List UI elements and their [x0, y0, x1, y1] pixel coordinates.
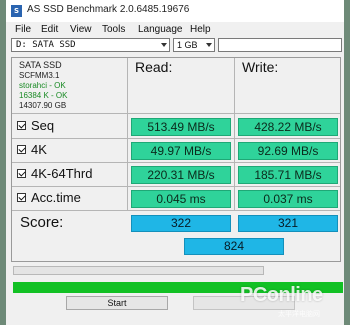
- test-size-value: 1 GB: [177, 40, 198, 50]
- score-label: Score:: [20, 214, 64, 231]
- row-4k64-label[interactable]: 4K-64Thrd: [17, 166, 92, 181]
- row-4k-label[interactable]: 4K: [17, 142, 47, 157]
- progress-bar: [13, 266, 264, 275]
- row-divider: [12, 138, 340, 139]
- alignment-status: 16384 K - OK: [19, 91, 68, 100]
- column-divider: [127, 58, 128, 210]
- chevron-down-icon: [206, 43, 212, 47]
- write-column-header: Write:: [242, 59, 279, 75]
- drive-info-field[interactable]: [218, 38, 342, 52]
- 4k64-read-result: 220.31 MB/s: [131, 166, 231, 184]
- menu-tools[interactable]: Tools: [102, 24, 125, 35]
- row-divider: [12, 186, 340, 187]
- 4k-read-result: 49.97 MB/s: [131, 142, 231, 160]
- app-window: S AS SSD Benchmark 2.0.6485.19676 File E…: [6, 0, 344, 325]
- seq-read-result: 513.49 MB/s: [131, 118, 231, 136]
- completion-bar: [13, 282, 343, 293]
- column-divider: [234, 58, 235, 210]
- row-divider: [12, 210, 340, 211]
- read-column-header: Read:: [135, 59, 173, 75]
- drive-info: SATA SSD SCFMM3.1 storahci - OK 16384 K …: [19, 60, 119, 111]
- menu-edit[interactable]: Edit: [41, 24, 58, 35]
- drive-select-value: D: SATA SSD: [16, 40, 76, 50]
- window-title: AS SSD Benchmark 2.0.6485.19676: [27, 4, 190, 15]
- test-size-select[interactable]: 1 GB: [173, 38, 215, 52]
- driver-status: storahci - OK: [19, 81, 66, 90]
- results-panel: SATA SSD SCFMM3.1 storahci - OK 16384 K …: [11, 57, 341, 262]
- app-icon: S: [11, 5, 22, 17]
- chevron-down-icon: [161, 43, 167, 47]
- read-score: 322: [131, 215, 231, 232]
- 4k64-write-result: 185.71 MB/s: [238, 166, 338, 184]
- start-button[interactable]: Start: [66, 296, 168, 310]
- acctime-read-result: 0.045 ms: [131, 190, 231, 208]
- drive-model: SATA SSD: [19, 60, 62, 70]
- drive-select[interactable]: D: SATA SSD: [11, 38, 170, 52]
- write-score: 321: [238, 215, 338, 232]
- 4k64-checkbox[interactable]: [17, 169, 26, 178]
- seq-checkbox[interactable]: [17, 121, 26, 130]
- 4k-write-result: 92.69 MB/s: [238, 142, 338, 160]
- menu-language[interactable]: Language: [138, 24, 183, 35]
- total-score: 824: [184, 238, 284, 255]
- abort-button[interactable]: [193, 296, 295, 310]
- row-divider: [12, 113, 340, 114]
- menu-file[interactable]: File: [15, 24, 31, 35]
- menu-help[interactable]: Help: [190, 24, 211, 35]
- row-seq-label[interactable]: Seq: [17, 118, 54, 133]
- menu-view[interactable]: View: [70, 24, 92, 35]
- firmware-version: SCFMM3.1: [19, 71, 60, 80]
- menu-bar: File Edit View Tools Language Help: [6, 22, 344, 38]
- seq-write-result: 428.22 MB/s: [238, 118, 338, 136]
- title-bar[interactable]: S AS SSD Benchmark 2.0.6485.19676: [6, 0, 344, 22]
- row-divider: [12, 162, 340, 163]
- acctime-checkbox[interactable]: [17, 193, 26, 202]
- row-acctime-label[interactable]: Acc.time: [17, 190, 81, 205]
- 4k-checkbox[interactable]: [17, 145, 26, 154]
- drive-capacity: 14307.90 GB: [19, 101, 67, 110]
- acctime-write-result: 0.037 ms: [238, 190, 338, 208]
